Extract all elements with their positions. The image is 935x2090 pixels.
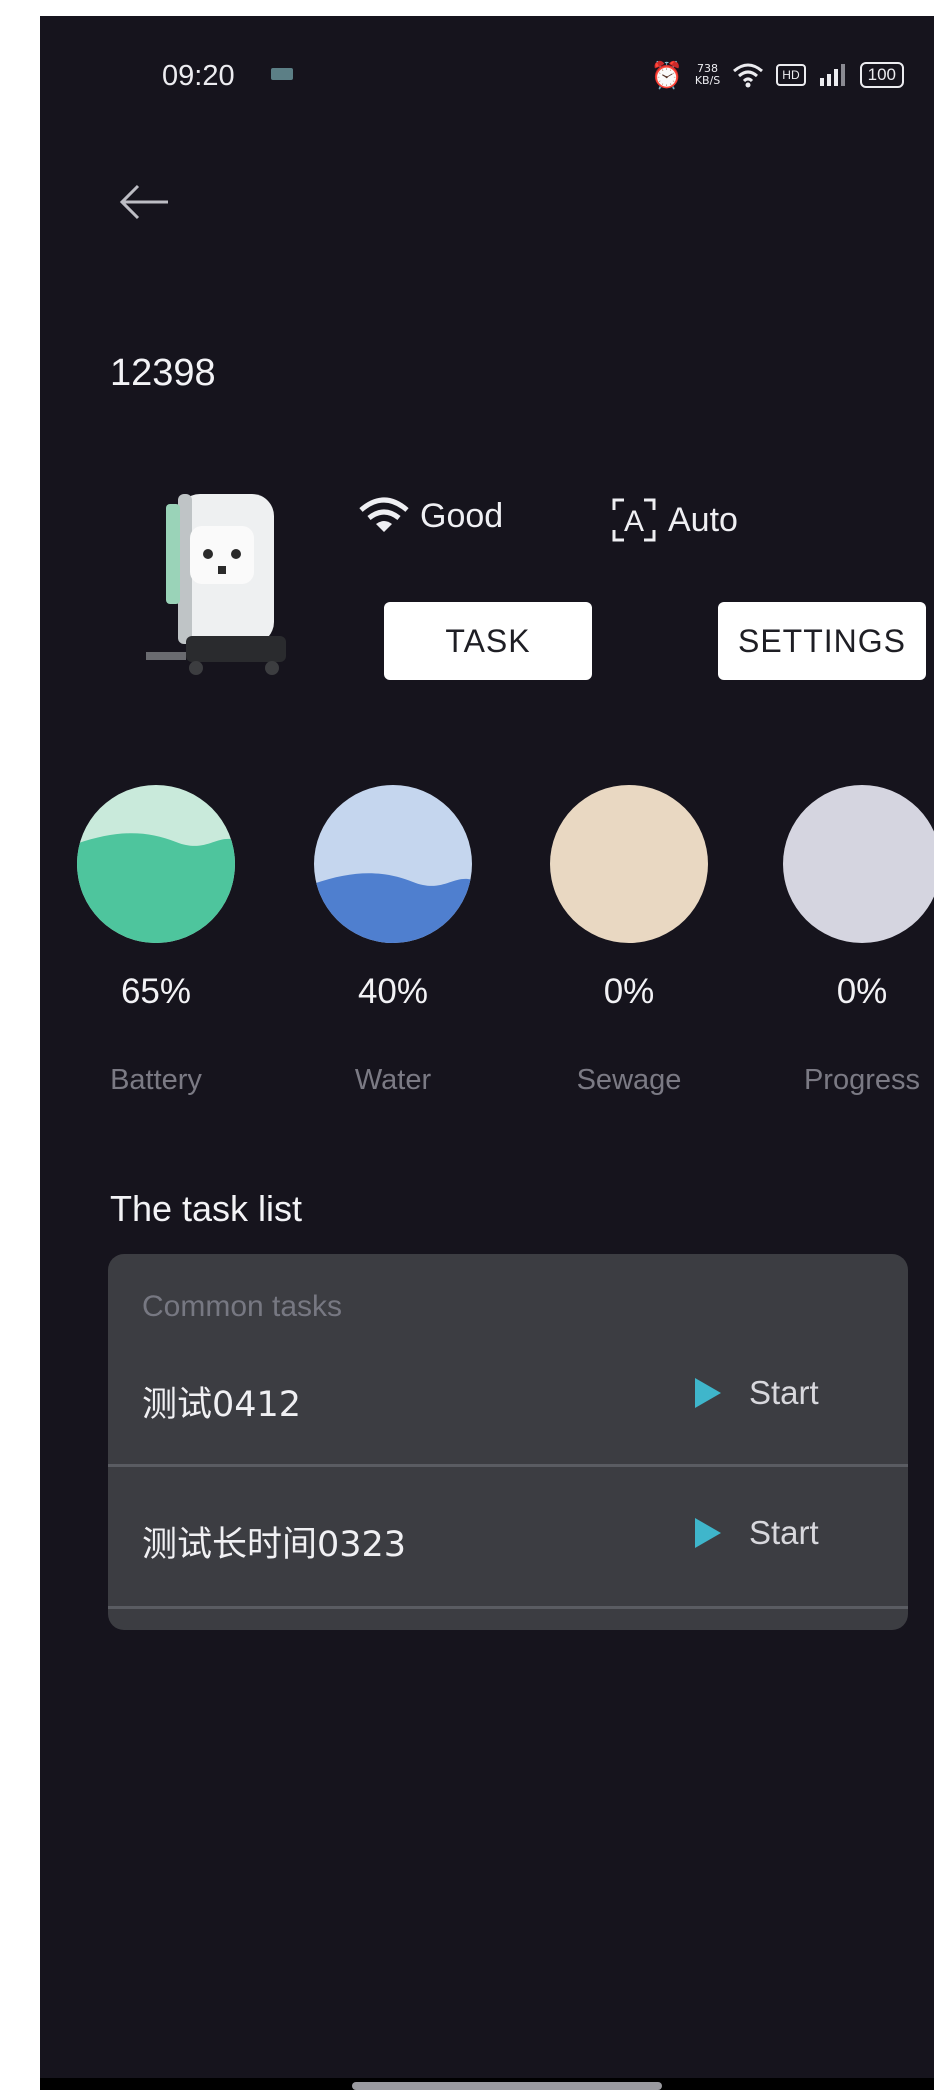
start-task-button[interactable]: Start [695,1374,819,1412]
sewage-label: Sewage [576,1064,682,1096]
progress-label: Progress [803,1064,921,1096]
wifi-icon [359,497,409,532]
task-row: 测试0412 Start [108,1334,908,1474]
progress-gauge [783,785,934,943]
robot-image [146,494,286,675]
alarm-icon: ⏰ [650,60,683,90]
task-name: 测试0412 [142,1385,302,1425]
common-tasks-header: Common tasks [142,1290,343,1323]
battery-gauge [77,785,235,943]
battery-label: Battery [110,1064,202,1096]
task-list-title: The task list [110,1188,303,1229]
signal-status: Good [358,496,503,536]
play-icon [695,1378,721,1408]
task-row: 测试长时间0323 Start [108,1470,908,1610]
signal-label: Good [420,496,504,535]
status-icons: ⏰ 738 KB/S HD 100 [650,58,904,92]
battery-indicator: 100 [859,62,904,88]
hd-badge: HD [776,64,806,86]
start-label: Start [749,1514,819,1551]
sewage-gauge [550,785,708,943]
home-indicator[interactable] [352,2082,662,2090]
start-task-button[interactable]: Start [695,1514,819,1552]
task-button[interactable]: TASK [384,602,592,680]
status-bar: 09:20 ⏰ 738 KB/S HD 100 [40,16,934,146]
network-speed-unit: KB/S [694,74,721,87]
battery-value: 65% [120,972,192,1011]
divider [108,1606,908,1609]
cell-signal-icon [819,64,845,86]
task-name: 测试长时间0323 [142,1525,407,1565]
settings-button[interactable]: SETTINGS [718,602,926,680]
progress-value: 0% [836,972,888,1011]
task-list-card: Common tasks 测试0412 Start 测试长时间0323 Star… [108,1254,908,1630]
mode-status: A Auto [610,496,738,544]
network-speed: 738 KB/S [695,63,720,87]
start-label: Start [749,1374,819,1411]
water-value: 40% [357,972,429,1011]
svg-text:A: A [624,505,644,538]
wifi-status-icon [733,63,764,88]
mode-label: Auto [668,500,738,539]
divider [108,1464,908,1467]
water-label: Water [354,1064,432,1096]
water-gauge [314,785,472,943]
back-button[interactable] [114,174,180,230]
notification-icon [271,68,293,80]
auto-mode-icon: A [612,498,656,542]
device-id: 12398 [110,352,216,394]
status-time: 09:20 [162,60,235,92]
app-screen: 09:20 ⏰ 738 KB/S HD 100 12398 Good A Aut… [40,16,934,2090]
play-icon [695,1518,721,1548]
sewage-value: 0% [603,972,655,1011]
arrow-left-icon [119,184,168,220]
